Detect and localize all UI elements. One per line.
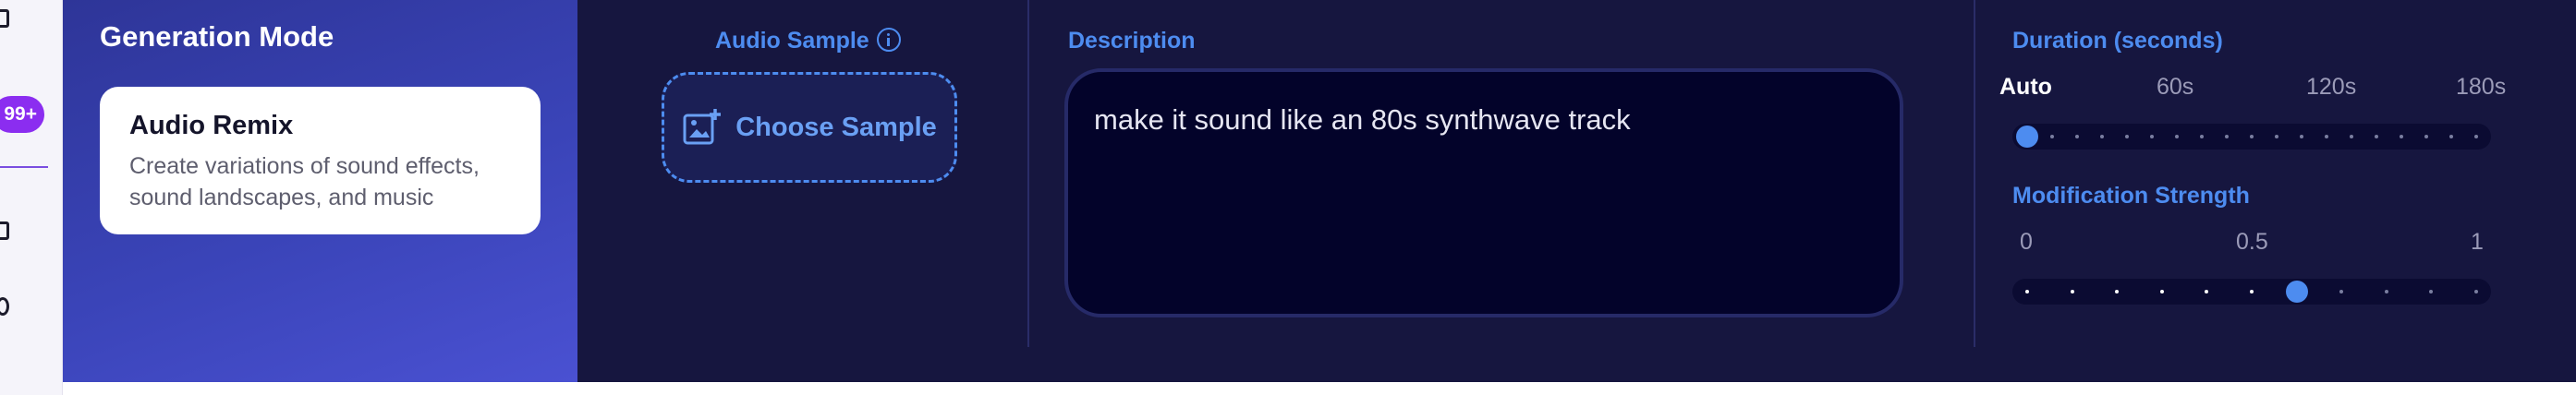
mode-card-audio-remix[interactable]: Audio Remix Create variations of sound e… xyxy=(100,87,541,234)
duration-step-dot xyxy=(2075,135,2079,138)
modification-strength-step-dot xyxy=(2384,290,2388,293)
modification-strength-step-dot xyxy=(2429,290,2434,293)
modification-strength-step-dot xyxy=(2159,290,2164,293)
modification_strength-tick-2[interactable]: 1 xyxy=(2471,229,2484,256)
duration-step-dot xyxy=(2050,135,2054,138)
duration-step-dot xyxy=(2175,135,2179,138)
notification-badge[interactable]: 99+ xyxy=(0,96,44,133)
audio-sample-label: Audio Sample xyxy=(715,28,901,54)
duration-step-dot xyxy=(2400,135,2403,138)
duration-step-dot xyxy=(2474,135,2478,138)
app-root: 99+ Generation Mode Audio Remix Create v… xyxy=(0,0,2576,395)
mode-card-description: Create variations of sound effects, soun… xyxy=(129,153,480,210)
sidebar-divider xyxy=(0,166,48,168)
duration-step-dot xyxy=(2275,135,2278,138)
duration-slider[interactable] xyxy=(2012,124,2491,150)
duration-tick-0[interactable]: Auto xyxy=(1999,74,2052,101)
duration-step-dot xyxy=(2424,135,2428,138)
choose-sample-button[interactable]: Choose Sample xyxy=(662,72,957,183)
sidebar: 99+ xyxy=(0,0,63,395)
duration-step-dot xyxy=(2300,135,2303,138)
modification-strength-slider[interactable] xyxy=(2012,279,2491,305)
modification-strength-step-dot xyxy=(2070,290,2074,293)
modification-strength-step-dot xyxy=(2115,290,2120,293)
column-divider xyxy=(1027,0,1029,347)
sidebar-icon-bottom[interactable] xyxy=(0,297,9,316)
duration-step-dot xyxy=(2250,135,2254,138)
modification-strength-step-dot xyxy=(2250,290,2254,293)
duration-label: Duration (seconds) xyxy=(2012,28,2223,54)
description-input[interactable]: make it sound like an 80s synthwave trac… xyxy=(1064,68,1903,317)
duration-step-dot xyxy=(2225,135,2229,138)
duration-step-dot xyxy=(2100,135,2104,138)
duration-tick-1[interactable]: 60s xyxy=(2157,74,2193,101)
duration-step-dot xyxy=(2350,135,2353,138)
modification_strength-tick-1[interactable]: 0.5 xyxy=(2236,229,2268,256)
modification-strength-slider-thumb[interactable] xyxy=(2285,281,2308,303)
modification_strength-tick-0[interactable]: 0 xyxy=(2020,229,2033,256)
modification-strength-step-dot xyxy=(2205,290,2209,293)
sidebar-icon-middle[interactable] xyxy=(0,221,9,240)
column-divider xyxy=(1974,0,1975,347)
add-image-icon xyxy=(683,109,722,145)
generation-mode-title: Generation Mode xyxy=(100,20,334,53)
sidebar-icon-top[interactable] xyxy=(0,9,9,28)
modification-strength-label: Modification Strength xyxy=(2012,183,2250,209)
duration-step-dot xyxy=(2125,135,2129,138)
duration-tick-3[interactable]: 180s xyxy=(2456,74,2506,101)
modification-strength-step-dot xyxy=(2474,290,2478,293)
duration-step-dot xyxy=(2325,135,2328,138)
generation-mode-panel: Generation Mode Audio Remix Create varia… xyxy=(63,0,577,382)
duration-step-dot xyxy=(2150,135,2154,138)
modification-strength-step-dot xyxy=(2339,290,2344,293)
description-label: Description xyxy=(1068,28,1196,54)
description-text: make it sound like an 80s synthwave trac… xyxy=(1094,103,1631,136)
duration-slider-thumb[interactable] xyxy=(2016,126,2038,148)
modification-strength-step-dot xyxy=(2025,290,2029,293)
audio-sample-label-text: Audio Sample xyxy=(715,28,869,54)
choose-sample-label: Choose Sample xyxy=(735,112,937,142)
duration-tick-2[interactable]: 120s xyxy=(2306,74,2356,101)
duration-step-dot xyxy=(2375,135,2378,138)
info-icon[interactable] xyxy=(876,28,901,52)
duration-step-dot xyxy=(2449,135,2453,138)
mode-card-title: Audio Remix xyxy=(129,111,294,140)
controls-band: Generation Mode Audio Remix Create varia… xyxy=(63,0,2576,382)
duration-step-dot xyxy=(2200,135,2204,138)
